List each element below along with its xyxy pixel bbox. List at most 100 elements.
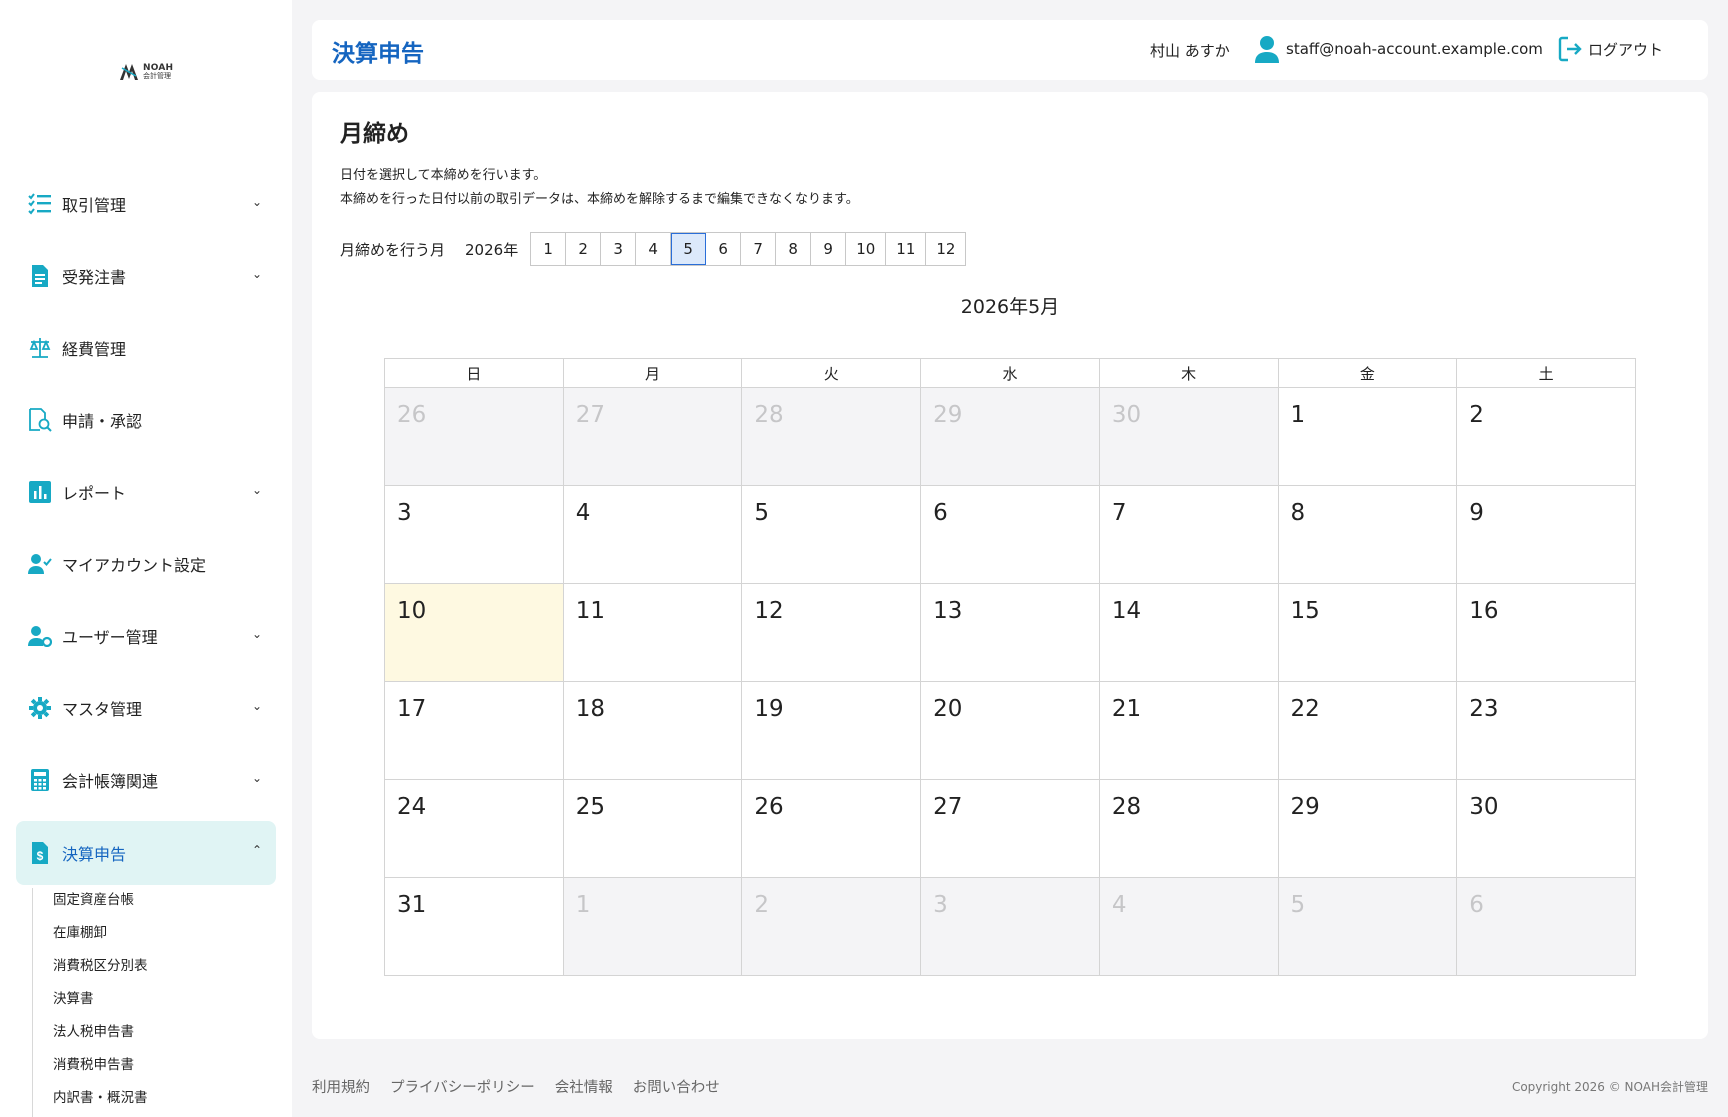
month-button[interactable]: 10 bbox=[846, 233, 887, 265]
calendar-day[interactable]: 12 bbox=[741, 583, 922, 682]
calendar-day[interactable]: 27 bbox=[920, 779, 1100, 878]
calendar-day[interactable]: 19 bbox=[741, 681, 922, 780]
calendar-day[interactable]: 22 bbox=[1277, 681, 1458, 780]
submenu-item-breakdown[interactable]: 内訳書・概況書 bbox=[53, 1086, 148, 1117]
calendar-day-outside[interactable]: 3 bbox=[920, 877, 1100, 976]
calendar-day[interactable]: 7 bbox=[1098, 485, 1279, 584]
submenu-item-statements[interactable]: 決算書 bbox=[53, 987, 148, 1020]
calendar-day-outside[interactable]: 26 bbox=[384, 387, 564, 486]
calendar-day[interactable]: 9 bbox=[1456, 485, 1636, 584]
main-card: 月締め 日付を選択して本締めを行います。 本締めを行った日付以前の取引データは、… bbox=[312, 92, 1708, 1039]
submenu-item-tax-table[interactable]: 消費税区分別表 bbox=[53, 954, 148, 987]
year-label: 2026年 bbox=[465, 240, 519, 259]
user-icon bbox=[1255, 36, 1279, 63]
gear-icon bbox=[28, 696, 52, 720]
logout-icon bbox=[1558, 36, 1582, 62]
calendar-day-today[interactable]: 10 bbox=[384, 583, 564, 682]
footer-link-contact[interactable]: お問い合わせ bbox=[633, 1076, 720, 1097]
calendar-day-outside[interactable]: 1 bbox=[562, 877, 743, 976]
sidebar-item-label: マスタ管理 bbox=[62, 700, 143, 719]
weekday-header: 月 bbox=[562, 358, 743, 388]
calendar-day[interactable]: 23 bbox=[1456, 681, 1636, 780]
calendar-day[interactable]: 26 bbox=[741, 779, 922, 878]
calendar-day[interactable]: 13 bbox=[920, 583, 1100, 682]
sidebar-item-users[interactable]: ユーザー管理 ⌄ bbox=[16, 605, 276, 667]
sidebar-item-master[interactable]: マスタ管理 ⌄ bbox=[16, 677, 276, 739]
sidebar-item-approvals[interactable]: 申請・承認 bbox=[16, 389, 276, 451]
month-button-group: 1 2 3 4 5 6 7 8 9 10 11 12 bbox=[530, 232, 967, 266]
calendar-day-outside[interactable]: 28 bbox=[741, 387, 922, 486]
calendar-day[interactable]: 8 bbox=[1277, 485, 1458, 584]
svg-text:$: $ bbox=[37, 849, 44, 863]
calendar-week-row: 31 1 2 3 4 5 6 bbox=[384, 877, 1636, 976]
sidebar-item-orders[interactable]: 受発注書 ⌄ bbox=[16, 245, 276, 307]
calendar-day[interactable]: 6 bbox=[920, 485, 1100, 584]
dollar-document-icon: $ bbox=[28, 841, 52, 865]
calendar-day[interactable]: 4 bbox=[562, 485, 743, 584]
calendar-day[interactable]: 31 bbox=[384, 877, 564, 976]
logo[interactable]: NOAH 会計管理 bbox=[118, 60, 178, 84]
month-button[interactable]: 11 bbox=[886, 233, 927, 265]
month-button[interactable]: 7 bbox=[741, 233, 777, 265]
checklist-icon bbox=[28, 192, 52, 216]
weekday-header: 水 bbox=[920, 358, 1100, 388]
calendar: 日 月 火 水 木 金 土 26 27 28 29 30 1 2 3 4 5 6 7 8 9 10 11 12 1… bbox=[384, 358, 1636, 976]
calendar-day[interactable]: 14 bbox=[1098, 583, 1279, 682]
month-button[interactable]: 3 bbox=[601, 233, 637, 265]
sidebar-item-expenses[interactable]: 経費管理 bbox=[16, 317, 276, 379]
sidebar-item-my-account[interactable]: マイアカウント設定 bbox=[16, 533, 276, 595]
calendar-day-outside[interactable]: 6 bbox=[1456, 877, 1636, 976]
submenu-item-fixed-assets[interactable]: 固定資産台帳 bbox=[53, 888, 148, 921]
calendar-day[interactable]: 17 bbox=[384, 681, 564, 780]
calendar-day[interactable]: 11 bbox=[562, 583, 743, 682]
calendar-day[interactable]: 5 bbox=[741, 485, 922, 584]
submenu-item-corp-tax[interactable]: 法人税申告書 bbox=[53, 1020, 148, 1053]
sidebar-item-settlement[interactable]: $ 決算申告 ⌃ bbox=[16, 821, 276, 885]
top-header: 決算申告 村山 あすか staff@noah-account.example.c… bbox=[312, 20, 1708, 80]
logout-button[interactable]: ログアウト bbox=[1558, 36, 1663, 62]
calendar-day[interactable]: 16 bbox=[1456, 583, 1636, 682]
chevron-down-icon: ⌄ bbox=[251, 267, 262, 281]
month-button[interactable]: 6 bbox=[706, 233, 742, 265]
calendar-day[interactable]: 24 bbox=[384, 779, 564, 878]
sidebar-item-ledger[interactable]: 会計帳簿関連 ⌄ bbox=[16, 749, 276, 811]
calendar-day[interactable]: 25 bbox=[562, 779, 743, 878]
month-button[interactable]: 9 bbox=[811, 233, 847, 265]
sidebar-item-transactions[interactable]: 取引管理 ⌄ bbox=[16, 173, 276, 235]
calendar-day[interactable]: 30 bbox=[1456, 779, 1636, 878]
user-email: staff@noah-account.example.com bbox=[1286, 40, 1543, 58]
calendar-day-outside[interactable]: 29 bbox=[920, 387, 1100, 486]
chevron-down-icon: ⌄ bbox=[251, 771, 262, 785]
calendar-day-outside[interactable]: 5 bbox=[1277, 877, 1458, 976]
month-button[interactable]: 1 bbox=[531, 233, 567, 265]
footer-link-company[interactable]: 会社情報 bbox=[555, 1076, 613, 1097]
weekday-header: 火 bbox=[741, 358, 922, 388]
footer-link-privacy[interactable]: プライバシーポリシー bbox=[390, 1076, 535, 1097]
calendar-day-outside[interactable]: 4 bbox=[1098, 877, 1279, 976]
footer-link-terms[interactable]: 利用規約 bbox=[312, 1076, 370, 1097]
sidebar-item-label: ユーザー管理 bbox=[62, 628, 158, 647]
calendar-day[interactable]: 18 bbox=[562, 681, 743, 780]
calendar-day-outside[interactable]: 27 bbox=[562, 387, 743, 486]
calendar-day[interactable]: 1 bbox=[1277, 387, 1458, 486]
calendar-day-outside[interactable]: 2 bbox=[741, 877, 922, 976]
description-line-1: 日付を選択して本締めを行います。 bbox=[340, 168, 547, 183]
calendar-day[interactable]: 28 bbox=[1098, 779, 1279, 878]
calendar-day-outside[interactable]: 30 bbox=[1098, 387, 1279, 486]
logout-label: ログアウト bbox=[1588, 40, 1664, 59]
sidebar-item-reports[interactable]: レポート ⌄ bbox=[16, 461, 276, 523]
calendar-day[interactable]: 15 bbox=[1277, 583, 1458, 682]
calendar-day[interactable]: 20 bbox=[920, 681, 1100, 780]
calendar-day[interactable]: 3 bbox=[384, 485, 564, 584]
calendar-day[interactable]: 29 bbox=[1277, 779, 1458, 878]
month-button[interactable]: 2 bbox=[566, 233, 602, 265]
calendar-day[interactable]: 2 bbox=[1456, 387, 1636, 486]
document-search-icon bbox=[28, 408, 52, 432]
submenu-item-consumption-tax[interactable]: 消費税申告書 bbox=[53, 1053, 148, 1086]
month-button[interactable]: 12 bbox=[926, 233, 966, 265]
calendar-day[interactable]: 21 bbox=[1098, 681, 1279, 780]
month-button[interactable]: 4 bbox=[636, 233, 672, 265]
month-button-selected[interactable]: 5 bbox=[671, 233, 707, 265]
month-button[interactable]: 8 bbox=[776, 233, 812, 265]
submenu-item-inventory[interactable]: 在庫棚卸 bbox=[53, 921, 148, 954]
